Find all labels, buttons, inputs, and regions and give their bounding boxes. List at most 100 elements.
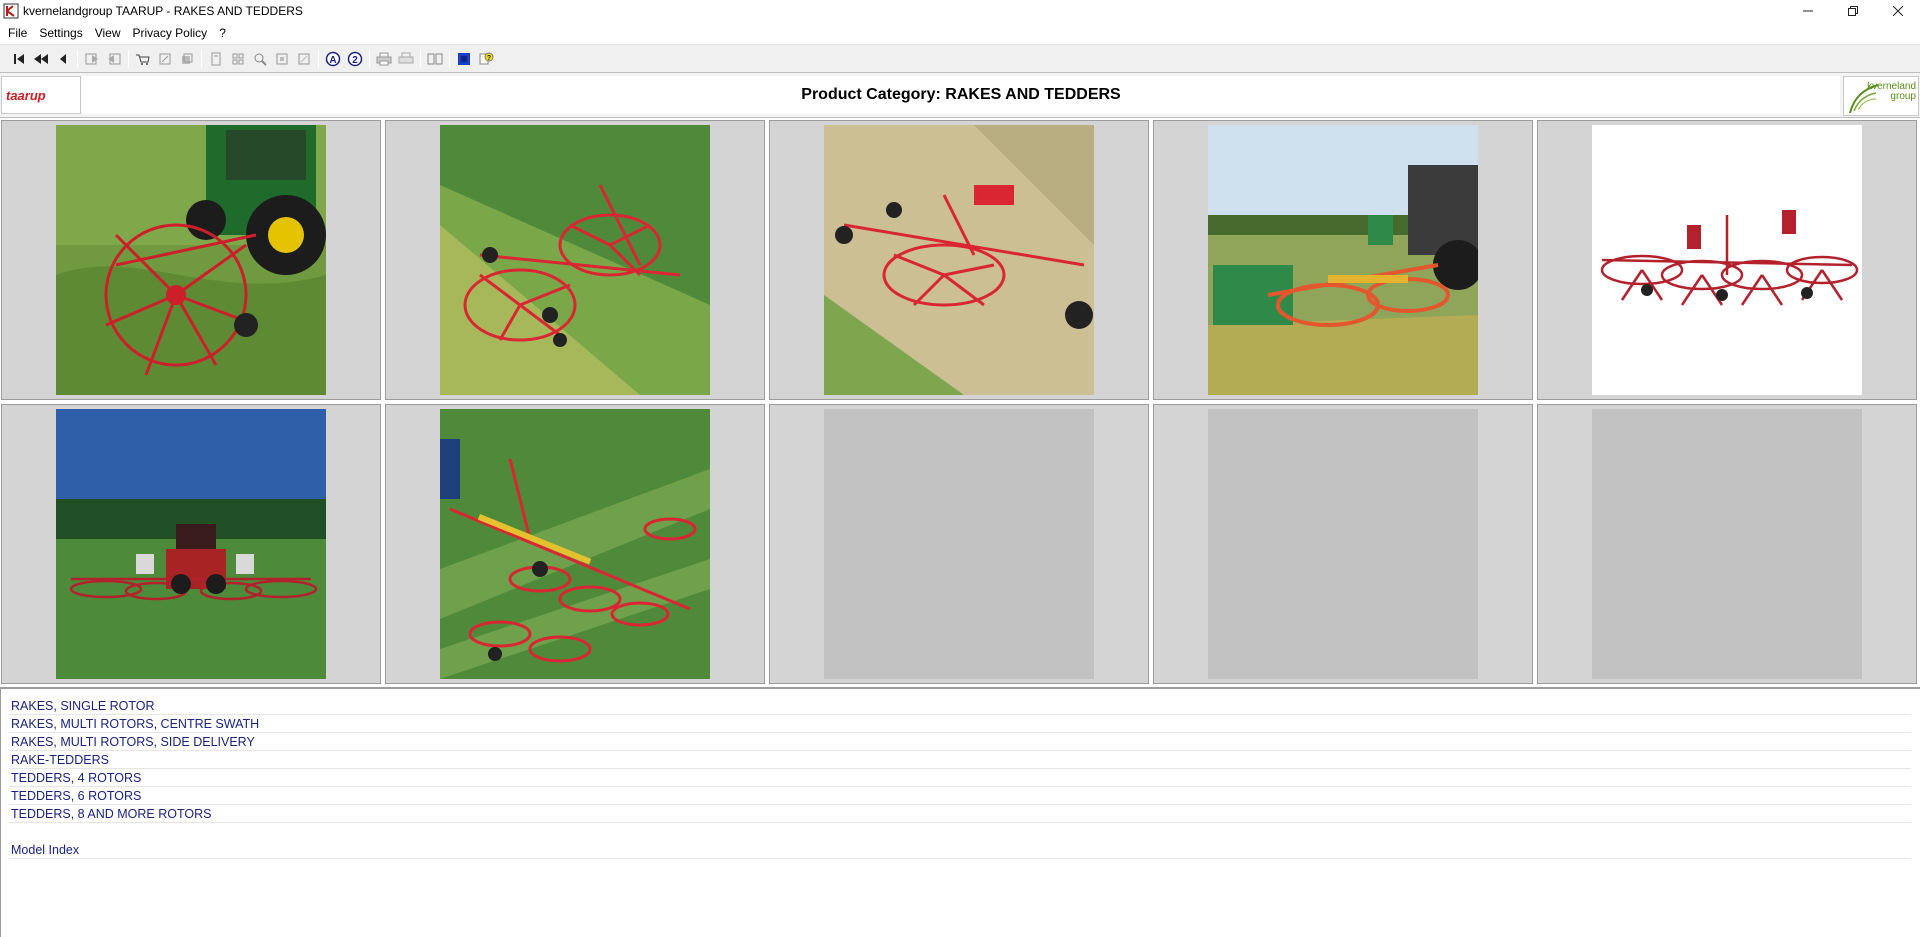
product-image-wide-tedder[interactable]	[440, 409, 710, 679]
kverneland-leaf-icon: kverneland group	[1849, 81, 1916, 114]
product-image-side-delivery-rake[interactable]	[1208, 125, 1478, 395]
taarup-wordmark: taarup	[6, 88, 46, 103]
header-band: taarup Product Category: RAKES AND TEDDE…	[0, 72, 1920, 118]
color-icon	[458, 52, 470, 65]
first-page-button[interactable]	[8, 48, 30, 70]
print-preview-button[interactable]	[395, 48, 417, 70]
category-link[interactable]: RAKES, MULTI ROTORS, CENTRE SWATH	[9, 715, 1911, 733]
toolbar-divider	[77, 49, 78, 68]
zoom-button[interactable]	[249, 48, 271, 70]
toolbar-divider	[318, 49, 319, 68]
kverneland-logo: kverneland group	[1843, 76, 1919, 116]
svg-text:A: A	[329, 55, 336, 66]
title-bar: kvernelandgroup TAARUP - RAKES AND TEDDE…	[0, 0, 1920, 22]
toolbar-divider	[128, 49, 129, 68]
paste-button[interactable]	[293, 48, 315, 70]
toolbar-divider	[449, 49, 450, 68]
grid-button[interactable]	[227, 48, 249, 70]
product-image-grid	[0, 119, 1920, 687]
copy-button[interactable]	[271, 48, 293, 70]
previous-icon	[60, 53, 66, 64]
svg-text:?: ?	[487, 55, 491, 62]
restore-button[interactable]	[1830, 0, 1875, 22]
stack-icon	[182, 53, 193, 64]
back-icon	[85, 53, 98, 64]
minimize-button[interactable]	[1785, 0, 1830, 22]
product-tile[interactable]	[1153, 120, 1533, 400]
back-button[interactable]	[81, 48, 103, 70]
menu-settings[interactable]: Settings	[33, 26, 88, 40]
edit-icon	[159, 53, 171, 64]
search-a-icon: A	[325, 51, 341, 66]
category-link[interactable]: RAKE-TEDDERS	[9, 751, 1911, 769]
menu-bar: File Settings View Privacy Policy ?	[0, 22, 1920, 43]
category-list: RAKES, SINGLE ROTOR RAKES, MULTI ROTORS,…	[0, 687, 1920, 937]
product-tile[interactable]	[1, 404, 381, 684]
menu-view[interactable]: View	[89, 26, 127, 40]
copy-icon	[276, 53, 288, 64]
product-image-multi-rotor-rake[interactable]	[440, 125, 710, 395]
page-button[interactable]	[205, 48, 227, 70]
category-link[interactable]: TEDDERS, 8 AND MORE ROTORS	[9, 805, 1911, 823]
product-image-tedder-rear-view[interactable]	[56, 409, 326, 679]
category-link[interactable]: TEDDERS, 6 ROTORS	[9, 787, 1911, 805]
menu-privacy-policy[interactable]: Privacy Policy	[127, 26, 214, 40]
app-icon	[3, 3, 19, 19]
menu-help[interactable]: ?	[213, 26, 232, 40]
edit-button[interactable]	[154, 48, 176, 70]
forward-icon	[108, 53, 121, 64]
zoom-icon	[254, 53, 267, 66]
category-link[interactable]: RAKES, MULTI ROTORS, SIDE DELIVERY	[9, 733, 1911, 751]
toolbar-divider	[201, 49, 202, 68]
product-tile-empty	[1153, 404, 1533, 684]
help-button[interactable]: ?	[475, 48, 497, 70]
toolbar: A 2 ?	[0, 44, 1920, 72]
restore-icon	[1847, 6, 1858, 16]
toolbar-divider	[420, 49, 421, 68]
category-link[interactable]: TEDDERS, 4 ROTORS	[9, 769, 1911, 787]
model-index-link[interactable]: Model Index	[9, 841, 1911, 859]
close-button[interactable]	[1875, 0, 1920, 22]
category-link[interactable]: RAKES, SINGLE ROTOR	[9, 697, 1911, 715]
product-tile[interactable]	[385, 120, 765, 400]
empty-image-placeholder	[1208, 409, 1478, 679]
close-icon	[1892, 6, 1903, 16]
product-tile[interactable]	[385, 404, 765, 684]
svg-text:taarup: taarup	[6, 88, 46, 103]
header-title-box: Product Category: RAKES AND TEDDERS	[82, 76, 1840, 114]
print-icon	[376, 52, 392, 65]
help-icon: ?	[479, 52, 494, 64]
product-image-tedder-white[interactable]	[1592, 125, 1862, 395]
product-tile-empty	[769, 404, 1149, 684]
product-tile[interactable]	[769, 120, 1149, 400]
previous-button[interactable]	[52, 48, 74, 70]
color-button[interactable]	[453, 48, 475, 70]
stack-button[interactable]	[176, 48, 198, 70]
product-image-rake-behind-tractor[interactable]	[56, 125, 326, 395]
page-title: Product Category: RAKES AND TEDDERS	[801, 86, 1121, 103]
print-button[interactable]	[373, 48, 395, 70]
paste-icon	[298, 53, 310, 64]
minimize-icon	[1802, 10, 1813, 12]
taarup-logo: taarup	[1, 76, 81, 114]
book-icon	[427, 53, 443, 64]
search-2-icon: 2	[347, 51, 363, 66]
product-image-rake-on-stubble[interactable]	[824, 125, 1094, 395]
window-title: kvernelandgroup TAARUP - RAKES AND TEDDE…	[23, 4, 303, 18]
menu-file[interactable]: File	[2, 26, 33, 40]
search-2-button[interactable]: 2	[344, 48, 366, 70]
toolbar-divider	[369, 49, 370, 68]
search-a-button[interactable]: A	[322, 48, 344, 70]
print-preview-icon	[398, 52, 414, 63]
book-button[interactable]	[424, 48, 446, 70]
page-icon	[211, 52, 221, 65]
product-tile[interactable]	[1537, 120, 1917, 400]
previous-section-button[interactable]	[30, 48, 52, 70]
product-tile[interactable]	[1, 120, 381, 400]
empty-image-placeholder	[1592, 409, 1862, 679]
forward-button[interactable]	[103, 48, 125, 70]
empty-image-placeholder	[824, 409, 1094, 679]
cart-button[interactable]	[132, 48, 154, 70]
cart-icon	[136, 54, 150, 65]
product-tile-empty	[1537, 404, 1917, 684]
